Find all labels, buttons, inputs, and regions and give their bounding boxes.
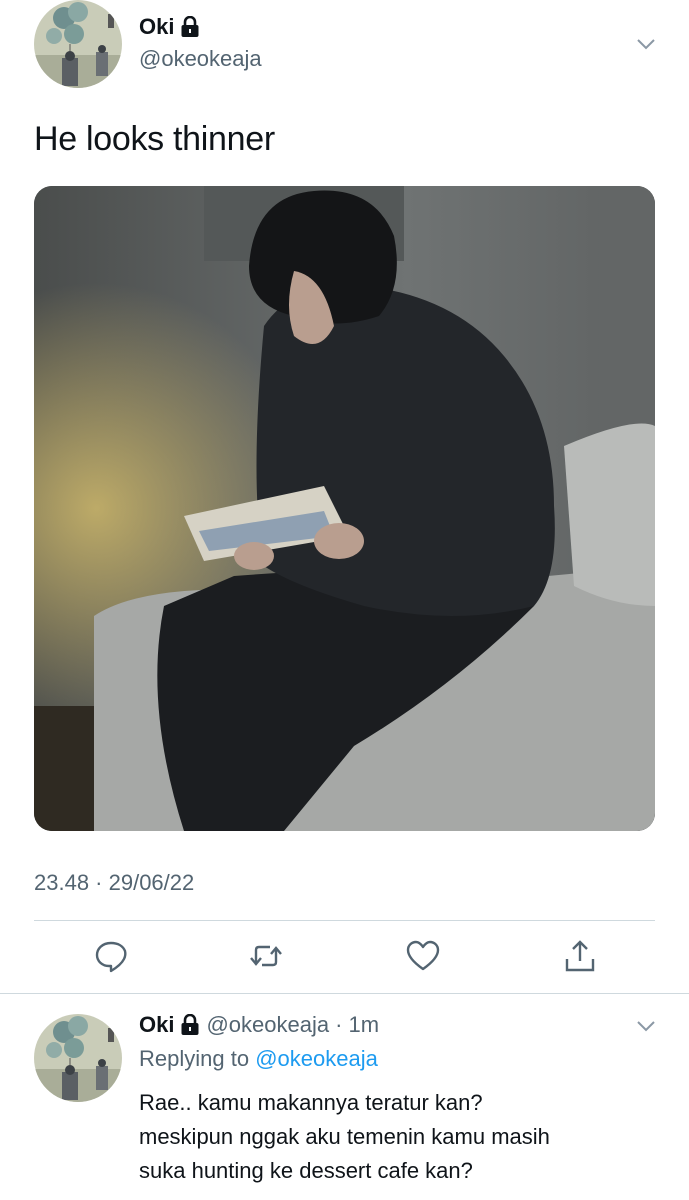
- reply-text-line: meskipun nggak aku temenin kamu masih: [139, 1124, 550, 1149]
- reply-author-row: Oki @okeokeaja · 1m: [139, 1012, 379, 1038]
- author-handle[interactable]: @okeokeaja: [139, 46, 262, 72]
- avatar-image: [34, 1014, 122, 1102]
- action-bar: [0, 938, 689, 978]
- reply-icon[interactable]: [93, 938, 129, 974]
- share-icon[interactable]: [562, 938, 598, 974]
- tweet-timestamp[interactable]: 23.48 · 29/06/22: [34, 870, 194, 896]
- chevron-down-icon[interactable]: [636, 1020, 656, 1032]
- replying-to-label: Replying to: [139, 1046, 250, 1071]
- chevron-down-icon[interactable]: [636, 38, 656, 50]
- avatar-image: [34, 0, 122, 88]
- display-name[interactable]: Oki: [139, 14, 174, 40]
- reply-display-name[interactable]: Oki: [139, 1012, 174, 1038]
- main-tweet: Oki @okeokeaja He looks thinner 23.48 · …: [0, 0, 689, 993]
- reply-text: Rae.. kamu makannya teratur kan? meskipu…: [139, 1086, 669, 1188]
- retweet-icon[interactable]: [248, 938, 284, 974]
- lock-icon: [180, 15, 200, 38]
- reply-time: · 1m: [335, 1012, 380, 1037]
- author-row: Oki: [139, 14, 200, 40]
- reply-text-line: Rae.. kamu makannya teratur kan?: [139, 1090, 483, 1115]
- tweet-text: He looks thinner: [34, 120, 275, 158]
- reply-avatar[interactable]: [34, 1014, 122, 1102]
- divider: [34, 920, 655, 921]
- heart-icon[interactable]: [405, 938, 441, 974]
- reply-handle[interactable]: @okeokeaja: [206, 1012, 329, 1038]
- replying-to-mention[interactable]: @okeokeaja: [255, 1046, 378, 1071]
- photo-image: [34, 186, 655, 831]
- reply-tweet[interactable]: Oki @okeokeaja · 1m Replying to @okeokea…: [0, 994, 689, 1200]
- avatar[interactable]: [34, 0, 122, 88]
- tweet-photo[interactable]: [34, 186, 655, 831]
- reply-text-line: suka hunting ke dessert cafe kan?: [139, 1158, 473, 1183]
- lock-icon: [180, 1013, 200, 1036]
- replying-to-line: Replying to @okeokeaja: [139, 1046, 378, 1072]
